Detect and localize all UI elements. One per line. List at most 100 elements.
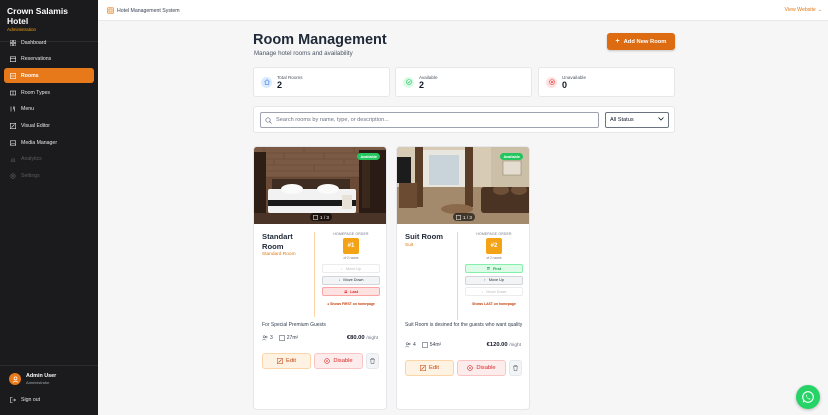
order-note-label: Shows FIRST on homepage xyxy=(330,302,375,306)
sign-out-button[interactable]: Sign out xyxy=(10,397,40,403)
image-icon xyxy=(313,214,318,220)
guests-icon xyxy=(262,335,268,341)
sidebar-item-analytics[interactable]: Analytics xyxy=(4,152,94,167)
delete-button[interactable] xyxy=(366,353,379,369)
room-name: Suit Room xyxy=(405,232,443,241)
edit-label: Edit xyxy=(429,365,439,371)
main-content: Room Management Manage hotel rooms and a… xyxy=(98,21,828,415)
chevron-down-icon: ⌄ xyxy=(817,7,822,13)
price-value: €120.00 xyxy=(486,342,508,348)
sidebar-item-rooms[interactable]: Rooms xyxy=(4,68,94,84)
user-profile[interactable]: Admin User Administrator xyxy=(9,373,56,385)
user-role: Administrator xyxy=(26,380,50,385)
status-badge: Available xyxy=(500,153,523,160)
edit-icon xyxy=(277,358,283,364)
brand: Crown Salamis Hotel Administration xyxy=(0,0,98,32)
status-badge: Available xyxy=(357,153,380,160)
whatsapp-icon xyxy=(802,391,814,403)
chart-icon xyxy=(10,156,16,163)
arrow-down-icon: ↓ xyxy=(481,289,484,294)
hotel-icon xyxy=(107,7,114,14)
trash-icon xyxy=(513,365,518,371)
move-last-button[interactable]: ⇊ Last xyxy=(322,287,380,296)
view-website-label: View Website xyxy=(784,7,816,13)
divider xyxy=(457,232,458,320)
homepage-order-panel: HOMEPAGE ORDER #2 of 2 rooms ⇈ First ↑ M… xyxy=(459,232,529,306)
move-up-button[interactable]: ↑ Move Up xyxy=(322,264,380,273)
move-first-button[interactable]: ⇈ First xyxy=(465,264,523,273)
order-of: of 2 rooms xyxy=(343,256,359,260)
disable-button[interactable]: Disable xyxy=(314,353,363,369)
price-unit: /night xyxy=(509,343,521,348)
arrow-down-icon: ↓ xyxy=(338,278,341,282)
move-up-button[interactable]: ↑ Move Up xyxy=(465,275,523,285)
chevron-down-icon xyxy=(658,117,664,123)
sidebar-item-visual-editor[interactable]: Visual Editor xyxy=(4,118,94,133)
image-counter: 1 / 3 xyxy=(310,213,332,221)
room-price: €80.00 /night xyxy=(347,335,378,341)
disable-button[interactable]: Disable xyxy=(457,360,506,376)
gear-icon xyxy=(10,173,16,179)
stat-total-rooms: Total Rooms 2 xyxy=(253,67,390,97)
sidebar-item-label: Media Manager xyxy=(21,139,58,146)
menu-icon xyxy=(10,106,16,112)
avatar xyxy=(9,373,21,385)
page-title: Room Management xyxy=(253,32,387,48)
button-label: Move Up xyxy=(345,266,362,271)
room-image[interactable]: Available 1 / 3 xyxy=(397,147,529,224)
search-icon xyxy=(265,116,272,124)
plus-icon: + xyxy=(615,38,620,45)
status-select[interactable]: All Status xyxy=(605,112,669,128)
size-icon xyxy=(279,335,285,341)
sidebar-item-media-manager[interactable]: Media Manager xyxy=(4,135,94,150)
add-new-room-button[interactable]: + Add New Room xyxy=(607,33,675,50)
stat-label: Total Rooms xyxy=(277,74,303,80)
page-subtitle: Manage hotel rooms and availability xyxy=(254,50,353,57)
move-down-button[interactable]: ↓ Move Down xyxy=(465,287,523,296)
x-circle-icon xyxy=(546,76,557,88)
trash-icon xyxy=(370,358,375,364)
order-title: HOMEPAGE ORDER xyxy=(476,232,512,236)
divider xyxy=(0,365,98,366)
guests-icon xyxy=(405,342,411,348)
logout-icon xyxy=(10,397,16,403)
room-description: For Special Premium Guests xyxy=(262,322,326,328)
edit-button[interactable]: Edit xyxy=(405,360,454,376)
sidebar-item-menu[interactable]: Menu xyxy=(4,102,94,117)
calendar-icon xyxy=(10,56,16,63)
sidebar-item-room-types[interactable]: Room Types xyxy=(4,85,94,100)
room-card: Available 1 / 3 Standart Room Standard R… xyxy=(253,146,387,410)
arrow-up-icon: ↑ xyxy=(340,266,343,271)
move-down-button[interactable]: ↓ Move Down xyxy=(322,275,380,285)
view-website-link[interactable]: View Website ⌄ xyxy=(785,7,822,13)
price-value: €80.00 xyxy=(346,335,365,341)
button-label: Move Down xyxy=(486,289,507,294)
image-count-label: 1 / 3 xyxy=(463,214,472,220)
image-counter: 1 / 3 xyxy=(453,213,475,221)
sidebar-item-settings[interactable]: Settings xyxy=(4,169,94,184)
size-icon xyxy=(422,342,428,348)
room-image[interactable]: Available 1 / 3 xyxy=(254,147,386,224)
search-input[interactable]: Search rooms by name, type, or descripti… xyxy=(260,112,599,128)
brand-title: Crown Salamis Hotel xyxy=(7,6,68,26)
home-icon xyxy=(261,76,272,88)
stat-unavailable: Unavailable 0 xyxy=(538,67,675,97)
whatsapp-button[interactable] xyxy=(796,385,820,409)
delete-button[interactable] xyxy=(509,360,522,376)
room-meta: 3 27m² xyxy=(262,335,298,341)
door-icon xyxy=(10,72,16,79)
order-number: #1 xyxy=(343,238,359,254)
edit-icon xyxy=(420,365,426,371)
image-count-label: 1 / 3 xyxy=(320,214,329,220)
disable-icon xyxy=(467,365,474,371)
room-guests: 3 xyxy=(270,335,273,341)
search-placeholder: Search rooms by name, type, or descripti… xyxy=(276,117,389,123)
sidebar-item-dashboard[interactable]: Dashboard xyxy=(4,35,94,50)
sidebar-item-reservations[interactable]: Reservations xyxy=(4,52,94,67)
stat-label: Available xyxy=(419,74,438,80)
edit-button[interactable]: Edit xyxy=(262,353,311,369)
filter-bar: Search rooms by name, type, or descripti… xyxy=(253,106,675,133)
edit-label: Edit xyxy=(286,358,296,364)
room-size: 27m² xyxy=(286,335,299,341)
room-description: Suit Room is desined for the guests who … xyxy=(405,322,523,328)
